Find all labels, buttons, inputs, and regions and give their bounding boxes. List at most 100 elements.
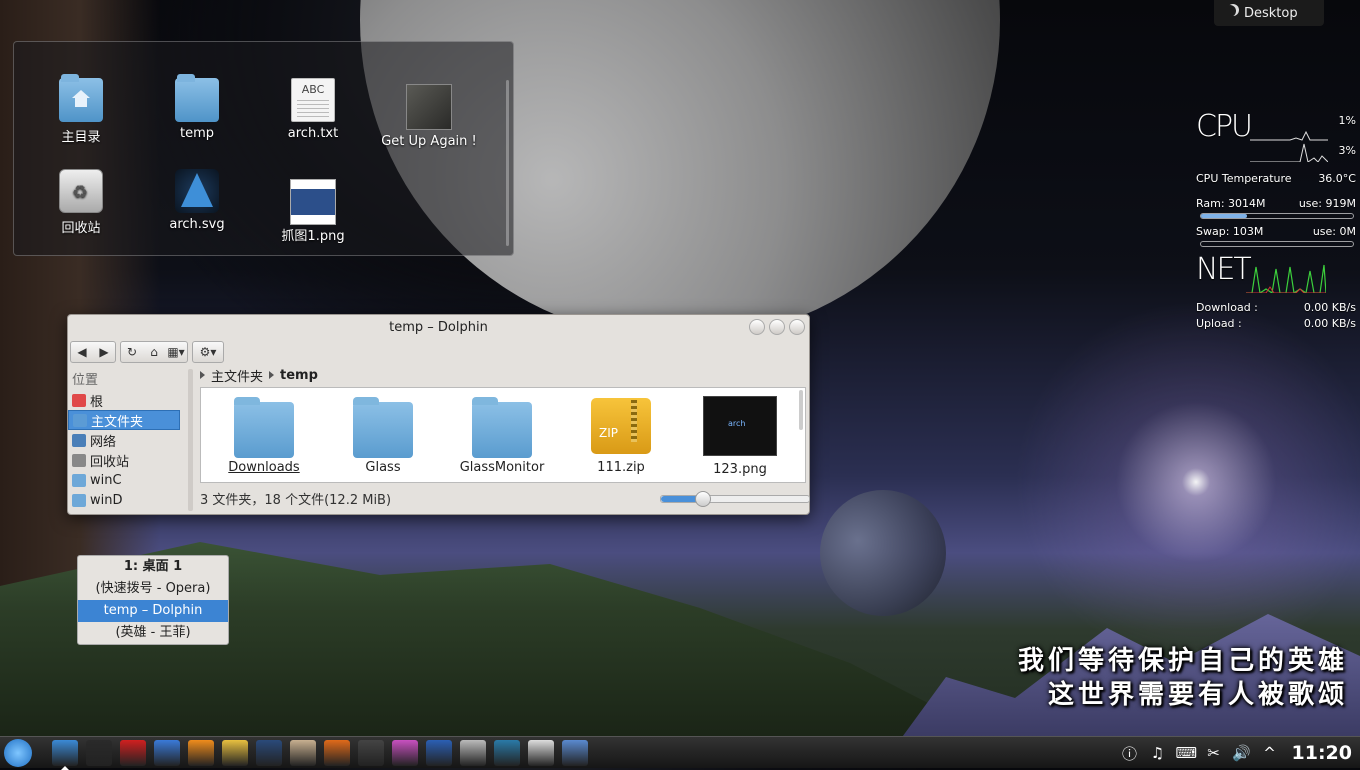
taskbar-app-list [52, 740, 588, 770]
eye-app-icon[interactable] [290, 740, 316, 766]
places-panel: 位置 根主文件夹 网络 回收站 winC winD [68, 365, 188, 511]
tools-app-icon[interactable] [562, 740, 588, 766]
burst-app-icon[interactable] [188, 740, 214, 766]
switcher-item-music[interactable]: (英雄 - 王菲) [78, 622, 228, 644]
trash-icon [59, 169, 103, 213]
place-item[interactable]: 主文件夹 [68, 410, 180, 430]
place-label: 根 [90, 394, 104, 410]
place-item[interactable]: winD [68, 490, 180, 510]
back-arrow-icon[interactable]: ◀ [71, 342, 93, 362]
file-item-111-zip[interactable]: ZIP 111.zip [566, 398, 676, 475]
desktop-item-screenshot-png[interactable]: 抓图1.png [263, 169, 363, 244]
view-mode-icon[interactable]: ▦▾ [165, 342, 187, 362]
desktop-item-arch-txt[interactable]: ABC arch.txt [263, 78, 363, 141]
info-icon[interactable]: ⓘ [1120, 743, 1140, 764]
file-view-scrollbar[interactable] [799, 390, 803, 430]
window-title[interactable]: temp – Dolphin [68, 315, 809, 341]
breadcrumb-arrow-icon [200, 371, 205, 379]
taskbar: ⓘ ♫ ⌨ ✂ 🔊 ^ 11:20 [0, 736, 1360, 770]
calculator-app-icon[interactable] [460, 740, 486, 766]
system-tray: ⓘ ♫ ⌨ ✂ 🔊 ^ 11:20 [1120, 737, 1352, 769]
zoom-slider[interactable] [660, 491, 810, 507]
cpu1-usage: 1% [1338, 114, 1356, 127]
music-note-icon[interactable]: ♫ [1148, 744, 1168, 762]
desktop-toolbox-button[interactable]: Desktop [1214, 0, 1324, 26]
file-item-downloads[interactable]: Downloads [209, 397, 319, 475]
home-icon[interactable]: ⌂ [143, 342, 165, 362]
desktop-item-home[interactable]: 主目录 [31, 74, 131, 145]
desktop-item-get-up-again[interactable]: Get Up Again ! [379, 78, 479, 149]
application-launcher-icon[interactable] [4, 739, 32, 767]
place-label: winC [90, 472, 122, 488]
places-scrollbar[interactable] [188, 369, 193, 511]
reload-icon[interactable]: ↻ [121, 342, 143, 362]
video-app-icon[interactable] [256, 740, 282, 766]
folder-icon [175, 74, 219, 122]
status-text: 3 文件夹，18 个文件(12.2 MiB) [200, 493, 392, 508]
download-label: Download : [1196, 301, 1258, 314]
terminal-app-icon[interactable] [86, 740, 112, 766]
bluetooth-app-icon[interactable] [222, 740, 248, 766]
minimize-button[interactable] [749, 319, 765, 335]
text-file-icon: ABC [291, 78, 335, 122]
desktop-item-temp[interactable]: temp [147, 74, 247, 141]
cpu-temp-value: 36.0°C [1318, 172, 1356, 185]
swap-label: Swap: 103M [1196, 225, 1264, 238]
place-item[interactable]: 网络 [68, 430, 180, 450]
file-item-123-png[interactable]: 123.png [685, 396, 795, 477]
keyboard-icon[interactable]: ⌨ [1176, 744, 1198, 762]
notes-app-icon[interactable] [528, 740, 554, 766]
place-icon [72, 433, 86, 447]
place-icon [72, 393, 86, 407]
opera-app-icon[interactable] [120, 740, 146, 766]
file-item-glassmonitor[interactable]: GlassMonitor [447, 397, 557, 475]
maximize-button[interactable] [769, 319, 785, 335]
switcher-desktop-header: 1: 桌面 1 [123, 559, 183, 574]
desktop-item-trash[interactable]: 回收站 [31, 169, 131, 236]
switcher-item-opera[interactable]: (快速拨号 - Opera) [78, 578, 228, 600]
folder-view-scrollbar[interactable] [506, 80, 509, 246]
expand-up-icon[interactable]: ^ [1260, 744, 1280, 762]
paint-app-icon[interactable] [392, 740, 418, 766]
ram-bar [1200, 213, 1354, 219]
wallpaper-moon [820, 490, 946, 616]
firefox-app-icon[interactable] [324, 740, 350, 766]
breadcrumb-parent[interactable]: 主文件夹 [211, 366, 263, 385]
forward-arrow-icon[interactable]: ▶ [93, 342, 115, 362]
close-button[interactable] [789, 319, 805, 335]
camera-app-icon[interactable] [358, 740, 384, 766]
upload-value: 0.00 KB/s [1303, 317, 1356, 330]
compass-app-icon[interactable] [154, 740, 180, 766]
dolphin-window: temp – Dolphin ◀ ▶ ↻ ⌂ ▦▾ ⚙▾ 位置 根主文件夹 网络回… [67, 314, 810, 515]
volume-icon[interactable]: 🔊 [1232, 744, 1252, 762]
word-app-icon[interactable] [426, 740, 452, 766]
desktop-button-label: Desktop [1244, 5, 1298, 21]
upload-label: Upload : [1196, 317, 1242, 330]
image-file-icon [406, 84, 452, 130]
gear-menu-icon[interactable]: ⚙▾ [193, 342, 223, 362]
file-view: Downloads Glass GlassMonitor ZIP 111.zip… [200, 387, 806, 483]
place-label: 回收站 [90, 454, 130, 470]
place-icon [72, 473, 86, 487]
lyrics-widget: 我们等待保护自己的英雄 这世界需要有人被歌颂 [1018, 644, 1348, 712]
dolphin-app-icon[interactable] [52, 740, 78, 770]
place-item[interactable]: 回收站 [68, 450, 180, 470]
folder-icon [472, 397, 532, 458]
place-icon [73, 413, 87, 427]
zoom-slider-handle[interactable] [695, 491, 712, 507]
cpu2-usage: 3% [1338, 144, 1356, 157]
desktop-item-arch-svg[interactable]: arch.svg [147, 169, 247, 232]
place-label: winD [90, 492, 123, 508]
file-item-glass[interactable]: Glass [328, 397, 438, 475]
place-item[interactable]: winC [68, 470, 180, 490]
scissors-icon[interactable]: ✂ [1204, 744, 1224, 762]
swap-use: use: 0M [1312, 225, 1356, 238]
toolbar: ◀ ▶ ↻ ⌂ ▦▾ ⚙▾ [70, 341, 224, 363]
place-icon [72, 493, 86, 507]
clock[interactable]: 11:20 [1292, 742, 1352, 764]
monitor-app-icon[interactable] [494, 740, 520, 766]
switcher-item-dolphin[interactable]: temp – Dolphin [78, 600, 228, 622]
breadcrumb-current[interactable]: temp [280, 368, 318, 383]
place-item[interactable]: 根 [68, 390, 180, 410]
lyrics-line-1: 我们等待保护自己的英雄 [1017, 646, 1348, 676]
